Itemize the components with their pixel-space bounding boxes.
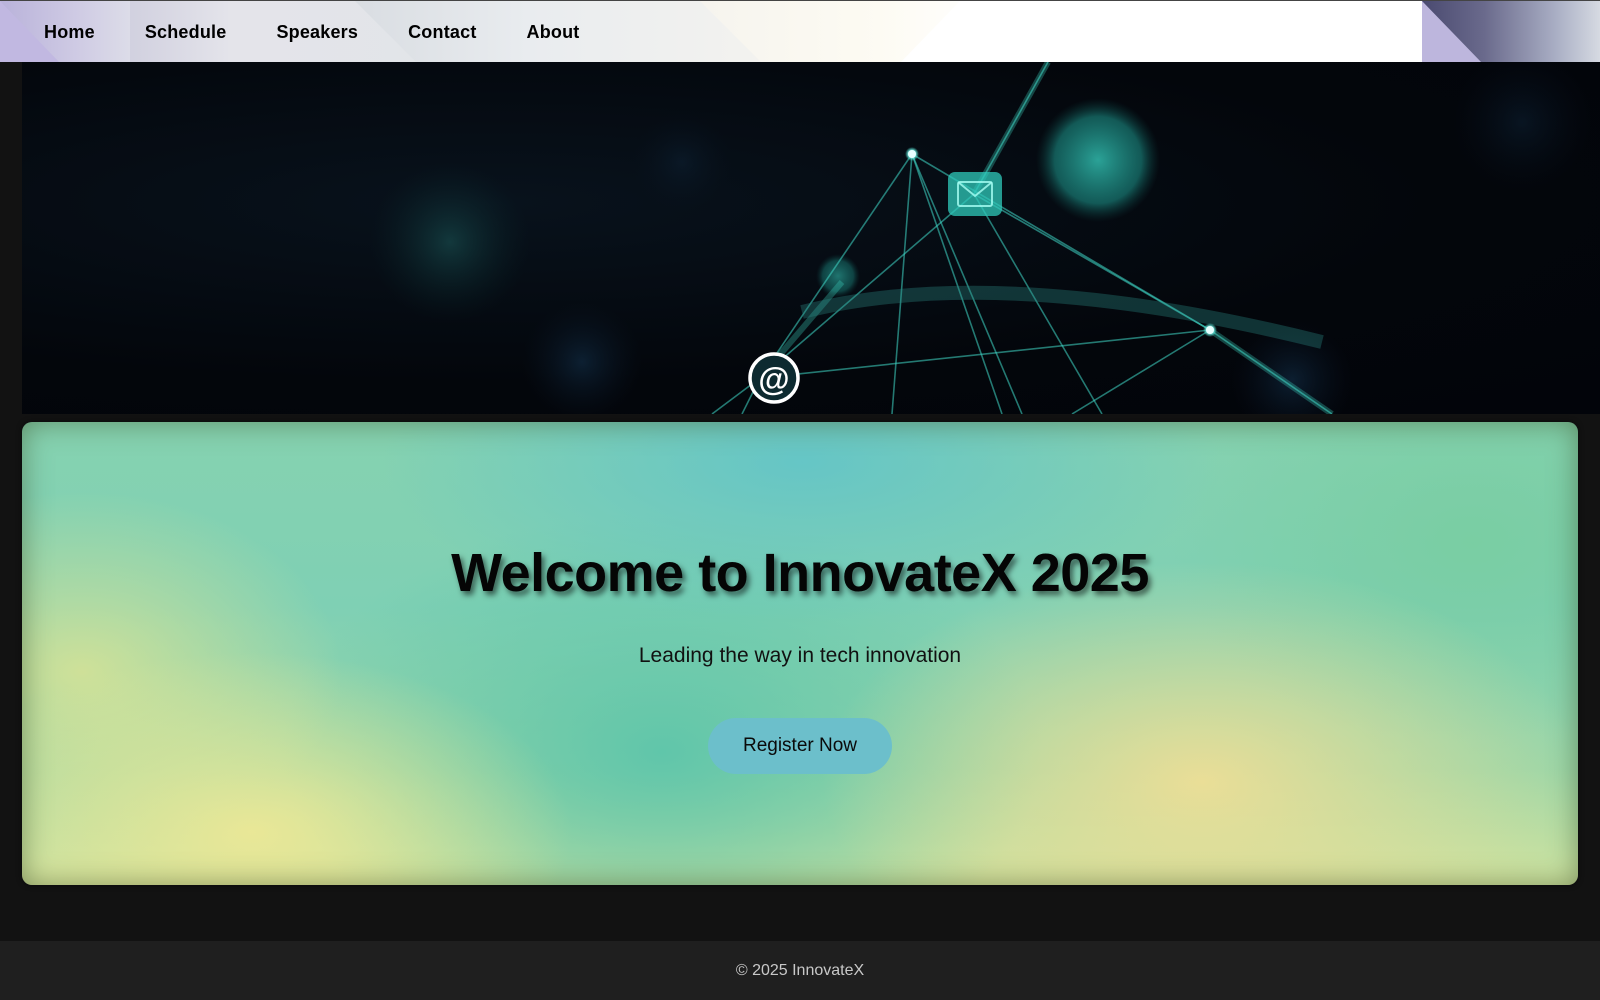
nav-link-speakers[interactable]: Speakers — [276, 22, 358, 42]
page-footer: © 2025 InnovateX — [0, 941, 1600, 1000]
envelope-icon — [948, 172, 1002, 216]
nav-menu: Home Schedule Speakers Contact About — [44, 1, 630, 62]
footer-copyright: © 2025 InnovateX — [735, 961, 865, 979]
network-graphic: @ — [370, 62, 1592, 414]
at-sign-icon: @ — [748, 352, 800, 404]
hero-banner-image: @ — [22, 62, 1600, 414]
hero-card: Welcome to InnovateX 2025 Leading the wa… — [22, 422, 1578, 885]
nav-link-about[interactable]: About — [527, 22, 580, 42]
hero-subtitle: Leading the way in tech innovation — [638, 644, 962, 667]
nav-link-home[interactable]: Home — [44, 22, 95, 42]
nav-link-contact[interactable]: Contact — [408, 22, 476, 42]
nav-link-schedule[interactable]: Schedule — [145, 22, 227, 42]
top-navigation: Home Schedule Speakers Contact About — [0, 0, 1600, 62]
hero-title: Welcome to InnovateX 2025 — [451, 543, 1149, 603]
svg-text:@: @ — [758, 361, 789, 397]
register-now-button[interactable]: Register Now — [708, 718, 892, 774]
